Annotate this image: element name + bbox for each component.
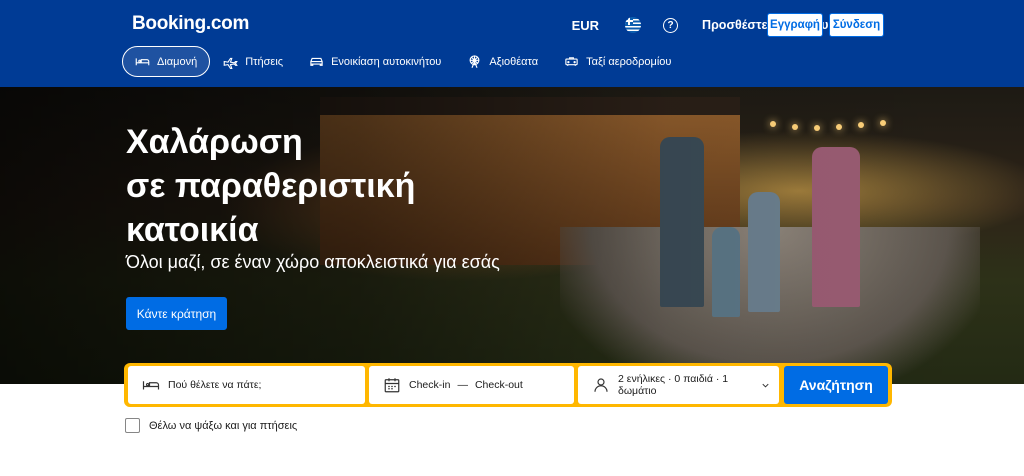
tab-label: Ενοικίαση αυτοκινήτου	[331, 55, 442, 68]
register-button[interactable]: Εγγραφή	[767, 13, 823, 37]
bed-icon	[142, 381, 160, 390]
tab-label: Αξιοθέατα	[489, 55, 539, 68]
car-icon	[310, 57, 323, 66]
hero-title-line: κατοικία	[126, 211, 259, 249]
ferris-wheel-icon	[469, 55, 480, 68]
checkin-label: Check-in	[409, 379, 451, 391]
chevron-down-icon	[762, 383, 769, 388]
checkout-label: Check-out	[474, 379, 523, 391]
question-circle-icon[interactable]: ?	[663, 17, 679, 33]
hero-subtitle: Όλοι μαζί, σε έναν χώρο αποκλειστικά για…	[126, 252, 500, 272]
plane-icon	[223, 57, 239, 69]
tab-car-rental[interactable]: Ενοικίαση αυτοκινήτου	[296, 46, 454, 77]
date-picker[interactable]: Check-in — Check-out	[369, 366, 574, 404]
tab-stays[interactable]: Διαμονή	[122, 46, 211, 77]
tab-attractions[interactable]: Αξιοθέατα	[454, 46, 551, 77]
guests-selector[interactable]: 2 ενήλικες · 0 παιδιά · 1 δωμάτιο	[578, 366, 779, 404]
person-icon	[594, 378, 608, 392]
flights-option[interactable]: Θέλω να ψάξω και για πτήσεις	[125, 418, 297, 433]
tab-label: Πτήσεις	[245, 55, 284, 68]
product-nav: Διαμονή Πτήσεις Ενοικίαση αυτοκινήτου Αξ…	[122, 46, 684, 77]
search-bar: Πού θέλετε να πάτε; Check-in — Check-out…	[124, 363, 892, 407]
calendar-icon	[384, 378, 400, 393]
destination-input[interactable]: Πού θέλετε να πάτε;	[128, 366, 365, 404]
tab-flights[interactable]: Πτήσεις	[210, 46, 296, 77]
currency-selector[interactable]: EUR	[572, 18, 599, 33]
search-button[interactable]: Αναζήτηση	[784, 366, 888, 404]
book-now-button[interactable]: Κάντε κράτηση	[126, 297, 227, 330]
bed-icon	[135, 58, 150, 66]
guests-summary: 2 ενήλικες · 0 παιδιά · 1 δωμάτιο	[618, 373, 729, 397]
hero-title-line: Χαλάρωση	[126, 123, 303, 161]
hero-title: Χαλάρωση σε παραθεριστική κατοικία	[126, 120, 415, 252]
top-header: Booking.com EUR ? Προσθέστε το κατάλυμά …	[0, 0, 1024, 87]
taxi-icon	[565, 57, 578, 66]
greece-flag-icon[interactable]	[625, 17, 642, 33]
sign-in-button[interactable]: Σύνδεση	[829, 13, 884, 37]
tab-label: Διαμονή	[157, 55, 198, 68]
hero-title-line: σε παραθεριστική	[126, 167, 416, 205]
date-separator: —	[457, 379, 468, 391]
booking-logo[interactable]: Booking.com	[132, 13, 249, 35]
flights-checkbox[interactable]	[125, 418, 140, 433]
destination-placeholder: Πού θέλετε να πάτε;	[168, 379, 262, 391]
tab-airport-taxi[interactable]: Ταξί αεροδρομίου	[551, 46, 684, 77]
tab-label: Ταξί αεροδρομίου	[586, 55, 672, 68]
flights-checkbox-label: Θέλω να ψάξω και για πτήσεις	[149, 419, 298, 432]
